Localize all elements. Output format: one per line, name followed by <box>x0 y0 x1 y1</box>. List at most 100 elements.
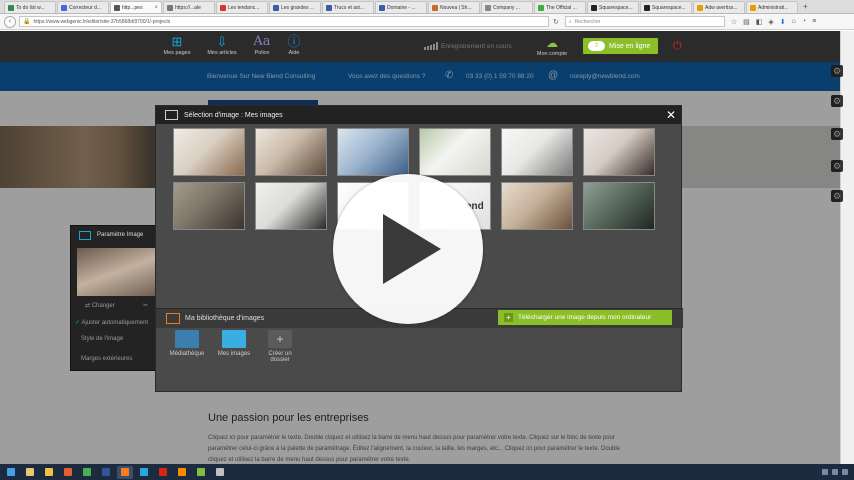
browser-tab[interactable]: Squarespace... <box>640 1 692 13</box>
browser-tab[interactable]: Domaine - ... <box>375 1 427 13</box>
tab-label: http...pes <box>122 4 143 11</box>
browser-tab[interactable]: Squarespace... <box>587 1 639 13</box>
new-tab-icon[interactable]: + <box>799 2 812 11</box>
search-placeholder: Rechercher <box>574 18 601 25</box>
shield-icon[interactable]: ◈ <box>768 18 773 26</box>
taskbar-app[interactable] <box>155 466 171 479</box>
browser-tab[interactable]: http...pes × <box>110 1 162 13</box>
laptop-work-image[interactable] <box>583 182 655 230</box>
browser-tab[interactable]: Nouvea | Sh... <box>428 1 480 13</box>
taskbar-app[interactable] <box>174 466 190 479</box>
font-icon: Aa <box>253 34 271 49</box>
video-play-button[interactable] <box>333 174 483 324</box>
folder-mes-images[interactable]: Mes images <box>212 330 256 357</box>
publish-button[interactable]: ⇧ Mise en ligne <box>583 38 658 54</box>
taskbar-app-firefox[interactable] <box>117 465 133 479</box>
signal-bars-icon <box>424 42 438 50</box>
taskbar-app[interactable] <box>60 466 76 479</box>
browser-tab[interactable]: Les tendanc... <box>216 1 268 13</box>
browser-tab[interactable]: The Official ... <box>534 1 586 13</box>
browser-tab[interactable]: To do list w... <box>4 1 56 13</box>
tab-favicon-icon <box>644 4 650 11</box>
url-text: https://www.webgenic.fr/editor/site-37b5… <box>33 18 171 25</box>
url-bar[interactable]: 🔒 https://www.webgenic.fr/editor/site-37… <box>19 16 549 27</box>
create-folder-button[interactable]: + Créer un dossier <box>258 330 302 363</box>
tab-favicon-icon <box>326 4 332 11</box>
taskbar-app[interactable] <box>212 466 228 479</box>
back-icon[interactable]: ‹ <box>4 15 16 28</box>
help-icon: ⓘ <box>287 34 301 49</box>
browser-tab[interactable]: https://...ale <box>163 1 215 13</box>
home-icon[interactable]: ⌂ <box>792 18 796 26</box>
tab-favicon-icon <box>114 4 120 11</box>
tab-label: Nouvea | Sh... <box>440 4 472 11</box>
system-tray <box>822 469 854 475</box>
tab-favicon-icon <box>697 4 703 11</box>
image-style-option[interactable]: Style de l'image <box>81 336 123 342</box>
close-tab-icon[interactable]: × <box>154 5 158 11</box>
man-thinking-image[interactable] <box>173 182 245 230</box>
tab-label: Correcteur d... <box>69 4 101 11</box>
lock-small-icon[interactable]: ◧ <box>756 18 763 26</box>
folder-label: Créer un dossier <box>268 351 292 363</box>
download-icon[interactable]: ⬇ <box>780 18 786 26</box>
woman-portrait-image[interactable] <box>583 128 655 176</box>
browser-tab[interactable]: Trucs et ast... <box>322 1 374 13</box>
toolbar-articles[interactable]: ⇩ Mes articles <box>204 34 240 56</box>
chat-icon[interactable]: ◔ <box>802 18 806 26</box>
toolbar-help[interactable]: ⓘ Aide <box>283 34 305 56</box>
tab-label: The Official ... <box>546 4 577 11</box>
modal-header: Sélection d'image : Mes images <box>156 106 681 124</box>
menu-icon[interactable]: ≡ <box>812 18 816 26</box>
man-whiteboard-image[interactable] <box>255 182 327 230</box>
browser-tab[interactable]: Correcteur d... <box>57 1 109 13</box>
taskbar-app[interactable] <box>79 466 95 479</box>
laptop-flatlay-image[interactable] <box>501 128 573 176</box>
plus-icon: + <box>504 313 513 322</box>
toolbar-pages[interactable]: ⊞ Mes pages <box>162 34 192 56</box>
media-library-icon <box>175 330 199 348</box>
image-settings-title: Paramètre Image <box>97 232 144 238</box>
change-label: Changer <box>91 303 115 309</box>
bookmark-star-icon[interactable]: ☆ <box>731 18 737 26</box>
tray-icon[interactable] <box>842 469 848 475</box>
coffee-desk-image[interactable] <box>255 128 327 176</box>
browser-tab[interactable]: Adw avertiss... <box>693 1 745 13</box>
toolbar-font[interactable]: Aa Police <box>250 34 274 56</box>
glass-building-image[interactable] <box>337 128 409 176</box>
white-desk-image[interactable] <box>419 128 491 176</box>
change-image-button[interactable]: ⇄ Changer <box>85 302 115 309</box>
tab-favicon-icon <box>273 4 279 11</box>
tray-icon[interactable] <box>832 469 838 475</box>
image-icon <box>79 230 91 240</box>
reload-icon[interactable]: ↻ <box>553 18 559 26</box>
tray-icon[interactable] <box>822 469 828 475</box>
browser-tab[interactable]: Les grandes ... <box>269 1 321 13</box>
account-button[interactable]: ☁ Mon compte <box>533 35 571 57</box>
browser-tab[interactable]: Administrati... <box>746 1 798 13</box>
auto-adjust-checkbox[interactable]: ✓ Ajuster automatiquement <box>75 319 148 326</box>
browser-search-input[interactable]: ⌕ Rechercher <box>564 16 725 27</box>
taskbar-app[interactable] <box>136 466 152 479</box>
margins-option[interactable]: Marges extérieures <box>81 356 132 362</box>
taskbar-app[interactable] <box>98 466 114 479</box>
browser-tab[interactable]: Company ... <box>481 1 533 13</box>
tab-favicon-icon <box>379 4 385 11</box>
crop-icon[interactable]: ✂ <box>143 302 148 309</box>
taskbar-app[interactable] <box>22 466 38 479</box>
upload-image-button[interactable]: + Télécharger une image depuis mon ordin… <box>498 310 672 325</box>
folder-label: Médiathèque <box>169 351 205 357</box>
taskbar-app[interactable] <box>193 466 209 479</box>
modal-title: Sélection d'image : Mes images <box>184 111 283 119</box>
save-status-text: Enregistrement en cours <box>441 42 512 50</box>
power-icon[interactable]: ⏻ <box>673 40 682 53</box>
tab-favicon-icon <box>432 4 438 11</box>
close-icon[interactable]: ✕ <box>666 108 676 122</box>
library-label: Ma bibliothèque d'images <box>185 315 265 322</box>
meeting-room-image[interactable] <box>173 128 245 176</box>
start-button[interactable] <box>3 466 19 479</box>
office-interior-image[interactable] <box>501 182 573 230</box>
folder-mediatheque[interactable]: Médiathèque <box>165 330 209 357</box>
reading-list-icon[interactable]: ▤ <box>743 18 750 26</box>
taskbar-app[interactable] <box>41 466 57 479</box>
